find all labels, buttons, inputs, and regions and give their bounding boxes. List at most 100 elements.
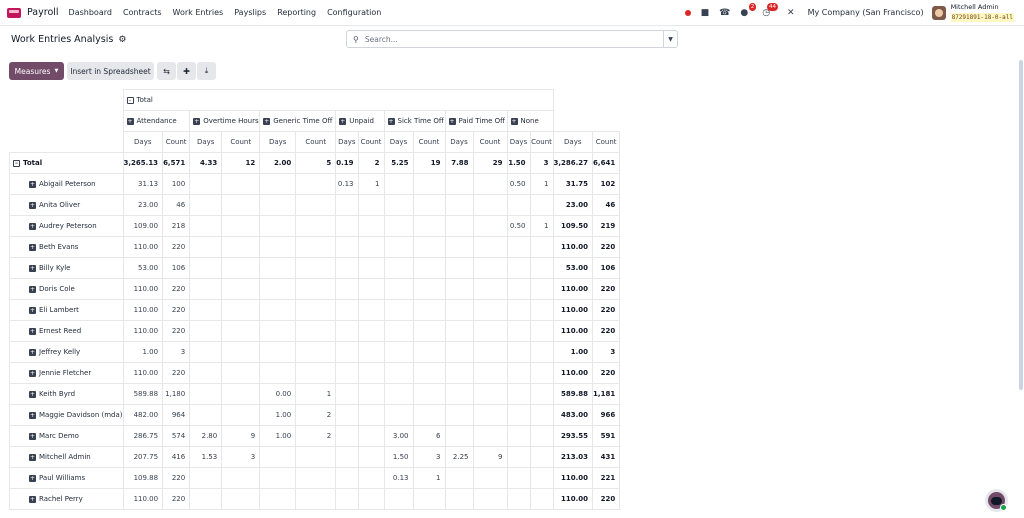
table-cell[interactable] xyxy=(383,362,414,384)
search-input[interactable] xyxy=(364,34,663,44)
row-header[interactable]: + Mitchell Admin xyxy=(9,446,124,468)
table-cell[interactable] xyxy=(259,236,297,258)
table-cell[interactable] xyxy=(444,236,474,258)
table-cell[interactable] xyxy=(295,341,337,363)
table-cell[interactable]: 0.50 xyxy=(506,215,531,237)
grand-total-cell[interactable]: 1.00 xyxy=(552,341,594,363)
table-cell[interactable]: 3 xyxy=(412,446,446,468)
table-cell[interactable] xyxy=(259,488,297,510)
row-header[interactable]: + Doris Cole xyxy=(9,278,124,300)
table-cell[interactable] xyxy=(472,173,508,195)
table-cell[interactable] xyxy=(529,383,554,405)
table-cell[interactable] xyxy=(221,467,261,489)
table-cell[interactable] xyxy=(412,488,446,510)
table-cell[interactable] xyxy=(335,215,359,237)
table-cell[interactable]: 3.00 xyxy=(383,425,414,447)
phone-icon[interactable]: ☎ xyxy=(719,8,730,18)
table-cell[interactable] xyxy=(295,446,337,468)
table-cell[interactable] xyxy=(412,194,446,216)
table-cell[interactable] xyxy=(383,236,414,258)
table-cell[interactable]: 220 xyxy=(162,299,191,321)
insert-spreadsheet-button[interactable]: Insert in Spreadsheet xyxy=(67,62,154,80)
table-cell[interactable] xyxy=(189,383,223,405)
table-cell[interactable] xyxy=(472,341,508,363)
table-cell[interactable]: 100 xyxy=(162,173,191,195)
measure-header-days[interactable]: Days xyxy=(335,131,359,153)
table-cell[interactable] xyxy=(529,341,554,363)
measure-header-days[interactable]: Days xyxy=(552,131,594,153)
grand-total-cell[interactable]: 293.55 xyxy=(552,425,594,447)
table-cell[interactable] xyxy=(412,236,446,258)
table-cell[interactable] xyxy=(259,173,297,195)
table-cell[interactable] xyxy=(357,278,385,300)
table-cell[interactable] xyxy=(444,467,474,489)
table-cell[interactable] xyxy=(412,299,446,321)
table-cell[interactable]: 218 xyxy=(162,215,191,237)
menu-payslips[interactable]: Payslips xyxy=(234,8,266,17)
table-cell[interactable] xyxy=(412,341,446,363)
table-cell[interactable] xyxy=(335,320,359,342)
measure-header-days[interactable]: Days xyxy=(383,131,414,153)
row-header[interactable]: + Ernest Reed xyxy=(9,320,124,342)
row-header[interactable]: + Jeffrey Kelly xyxy=(9,341,124,363)
grand-total-cell[interactable]: 966 xyxy=(592,404,621,426)
table-cell[interactable] xyxy=(506,320,531,342)
table-cell[interactable] xyxy=(412,278,446,300)
table-cell[interactable] xyxy=(189,362,223,384)
table-cell[interactable] xyxy=(444,299,474,321)
table-cell[interactable]: 220 xyxy=(162,488,191,510)
table-cell[interactable] xyxy=(357,362,385,384)
table-cell[interactable] xyxy=(506,194,531,216)
table-cell[interactable] xyxy=(335,488,359,510)
search-options-toggle[interactable]: ▼ xyxy=(663,31,677,47)
measure-header-count[interactable]: Count xyxy=(221,131,261,153)
table-cell[interactable]: 1,180 xyxy=(162,383,191,405)
table-cell[interactable] xyxy=(221,215,261,237)
table-cell[interactable] xyxy=(506,404,531,426)
table-cell[interactable] xyxy=(357,194,385,216)
table-cell[interactable] xyxy=(335,467,359,489)
column-header-generic-time-off[interactable]: + Generic Time Off xyxy=(259,110,337,132)
row-header[interactable]: + Rachel Perry xyxy=(9,488,124,510)
payroll-app-icon[interactable] xyxy=(7,7,21,18)
grand-total-cell[interactable]: 23.00 xyxy=(552,194,594,216)
table-cell[interactable] xyxy=(259,299,297,321)
table-cell[interactable] xyxy=(506,299,531,321)
table-cell[interactable] xyxy=(295,299,337,321)
tools-icon[interactable]: ✕ xyxy=(787,8,795,18)
user-menu[interactable]: Mitchell Admin 87291891-18-0-all xyxy=(950,3,1014,22)
table-cell[interactable] xyxy=(444,215,474,237)
download-button[interactable]: ⤓ xyxy=(197,62,216,80)
menu-contracts[interactable]: Contracts xyxy=(123,8,162,17)
table-cell[interactable]: 0.00 xyxy=(259,383,297,405)
table-cell[interactable]: 0.13 xyxy=(383,467,414,489)
table-cell[interactable]: 9 xyxy=(221,425,261,447)
table-cell[interactable] xyxy=(444,278,474,300)
table-cell[interactable] xyxy=(221,194,261,216)
table-cell[interactable] xyxy=(412,215,446,237)
table-cell[interactable]: 574 xyxy=(162,425,191,447)
gear-icon[interactable]: ⚙ xyxy=(118,35,126,45)
table-cell[interactable] xyxy=(335,404,359,426)
table-cell[interactable] xyxy=(444,257,474,279)
table-cell[interactable]: 0.13 xyxy=(335,173,359,195)
table-cell[interactable] xyxy=(529,236,554,258)
table-cell[interactable] xyxy=(295,362,337,384)
table-cell[interactable] xyxy=(259,341,297,363)
live-chat-button[interactable] xyxy=(985,489,1008,512)
table-cell[interactable] xyxy=(383,278,414,300)
table-cell[interactable] xyxy=(295,194,337,216)
measure-header-count[interactable]: Count xyxy=(162,131,191,153)
table-cell[interactable] xyxy=(472,488,508,510)
table-cell[interactable] xyxy=(221,278,261,300)
table-cell[interactable] xyxy=(529,194,554,216)
table-cell[interactable] xyxy=(189,194,223,216)
measure-header-count[interactable]: Count xyxy=(592,131,621,153)
table-cell[interactable] xyxy=(259,362,297,384)
table-cell[interactable] xyxy=(357,257,385,279)
table-cell[interactable] xyxy=(221,383,261,405)
measure-header-count[interactable]: Count xyxy=(529,131,554,153)
table-cell[interactable] xyxy=(383,194,414,216)
row-header[interactable]: + Billy Kyle xyxy=(9,257,124,279)
table-cell[interactable]: 4.33 xyxy=(189,152,223,174)
